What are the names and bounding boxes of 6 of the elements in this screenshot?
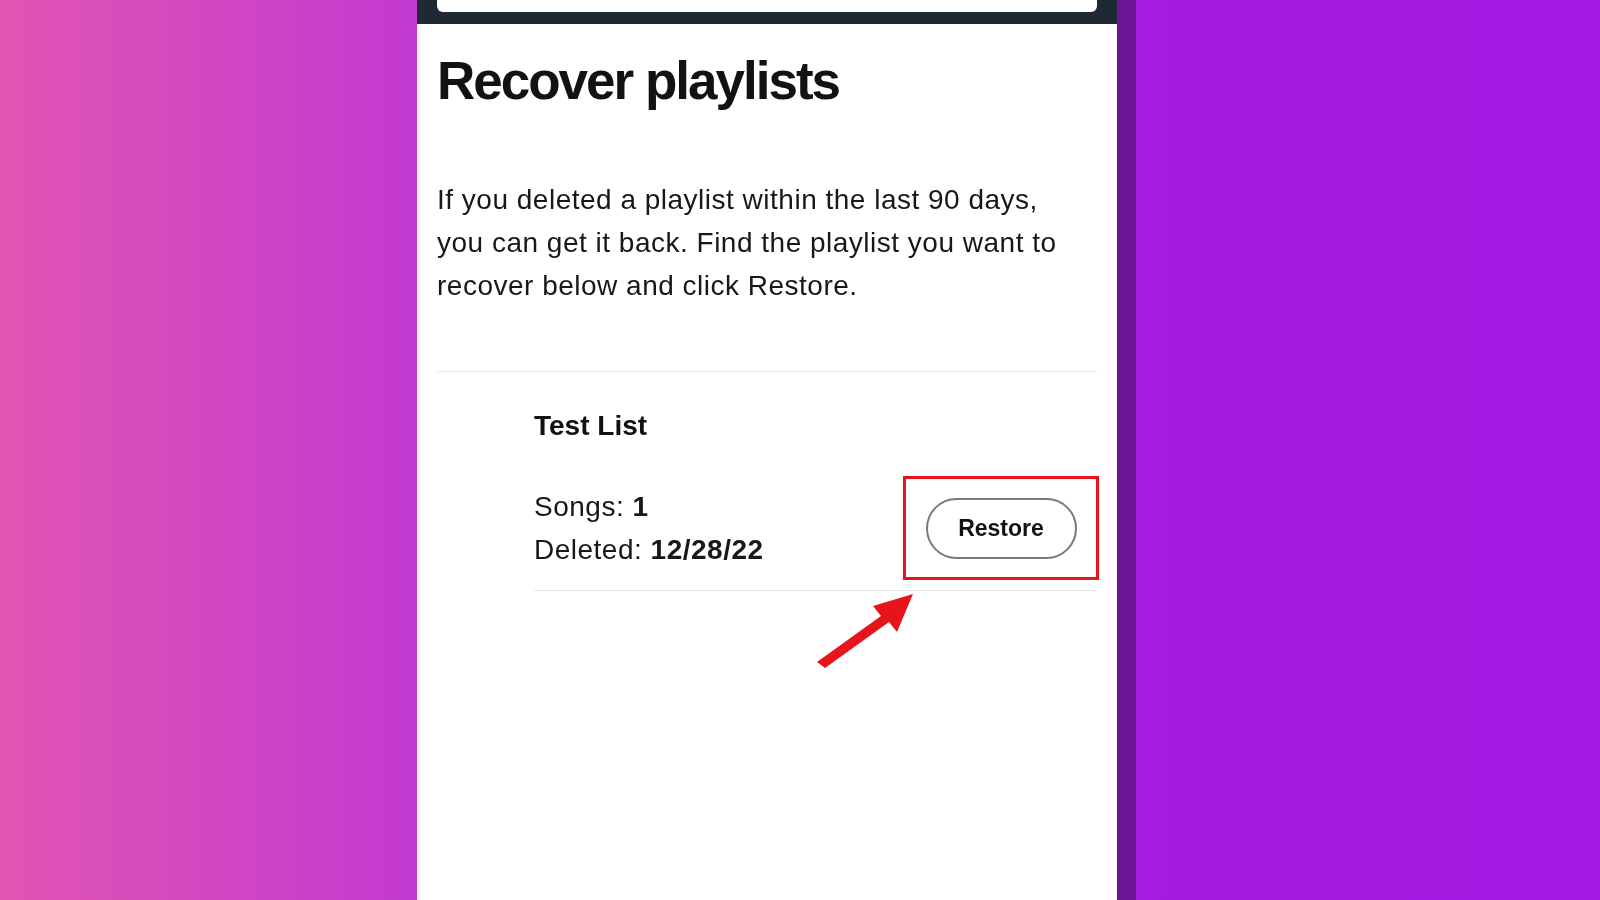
intro-paragraph: If you deleted a playlist within the last 90 days, you can get it back. Find the playlist you want to recover below and click Restore.: [437, 183, 1058, 303]
playlist-name: Test List: [534, 409, 649, 443]
restore-button[interactable]: Restore: [925, 497, 1077, 559]
songs-count: Songs: 1: [534, 490, 649, 524]
deleted-date: Deleted: 12/28/22: [534, 533, 764, 567]
page-title: Recover playlists: [437, 50, 840, 112]
